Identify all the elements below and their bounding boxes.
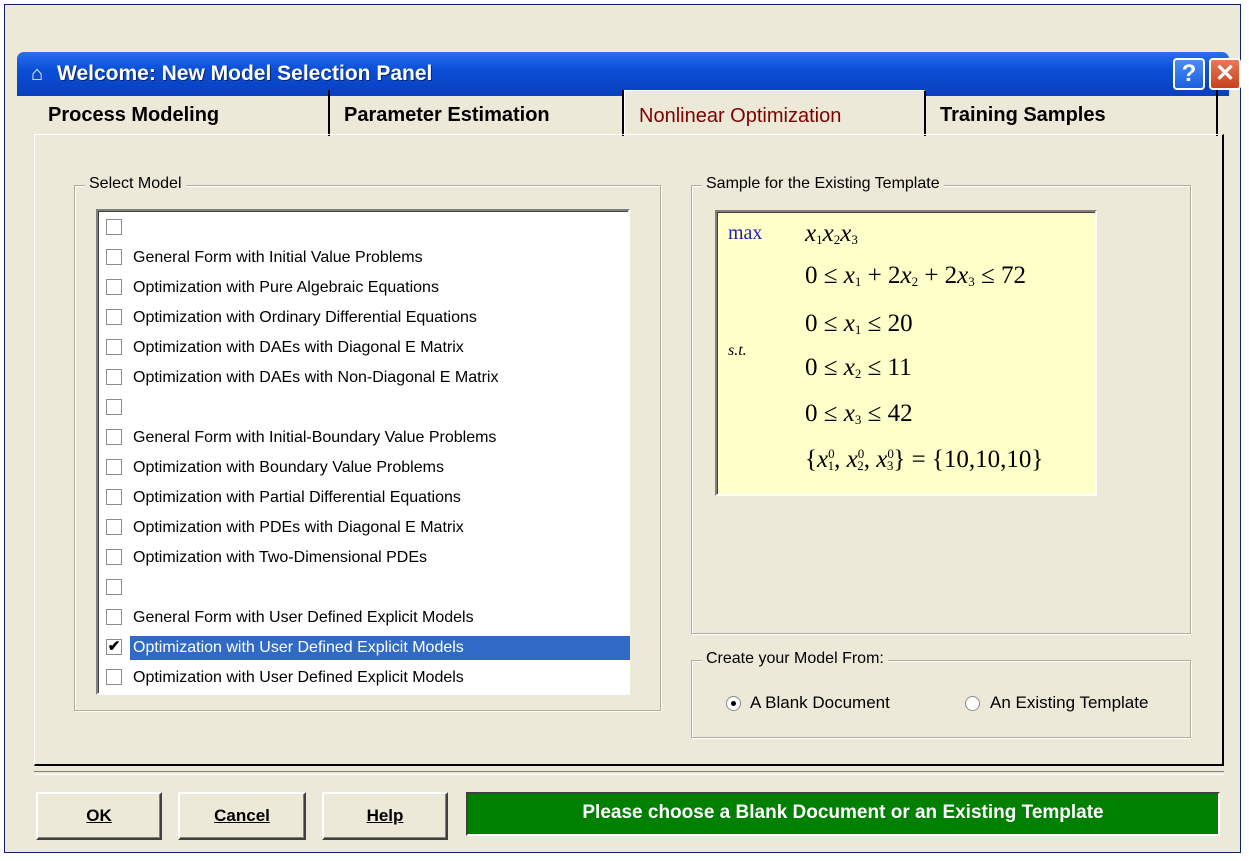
- checkbox[interactable]: [106, 489, 122, 505]
- existing-template-radio[interactable]: [965, 696, 980, 711]
- tab-strip: Process Modeling Parameter Estimation No…: [34, 90, 1224, 136]
- checkbox[interactable]: [106, 609, 122, 625]
- list-item[interactable]: General Form with User Defined Explicit …: [101, 603, 629, 633]
- list-item-label: Optimization with Pure Algebraic Equatio…: [133, 279, 439, 296]
- select-model-title: Select Model: [85, 175, 186, 193]
- constraint-2: 0 ≤ x1 ≤ 20: [805, 310, 913, 337]
- max-label: max: [728, 222, 763, 244]
- blank-document-label[interactable]: A Blank Document: [750, 693, 890, 713]
- house-icon: ⌂: [30, 63, 44, 85]
- checkbox[interactable]: [106, 369, 122, 385]
- list-item[interactable]: General Form with Initial Value Problems: [101, 243, 629, 273]
- constraint-4: 0 ≤ x3 ≤ 42: [805, 400, 913, 427]
- list-item-label: General Form with User Defined Explicit …: [133, 609, 474, 626]
- list-item-label: General Form with Initial Value Problems: [133, 249, 423, 266]
- checkbox[interactable]: [106, 459, 122, 475]
- checkbox[interactable]: [106, 429, 122, 445]
- help-button[interactable]: Help: [322, 792, 448, 840]
- list-item[interactable]: Optimization with Pure Algebraic Equatio…: [101, 273, 629, 303]
- help-icon[interactable]: ?: [1173, 58, 1205, 90]
- separator: [34, 771, 1224, 775]
- checkbox[interactable]: [106, 279, 122, 295]
- st-label: s.t.: [728, 342, 747, 359]
- constraint-1: 0 ≤ x1 + 2x2 + 2x3 ≤ 72: [805, 262, 1027, 289]
- tab-training-samples[interactable]: Training Samples: [926, 90, 1218, 136]
- list-item[interactable]: Optimization with Ordinary Differential …: [101, 303, 629, 333]
- tab-process-modeling[interactable]: Process Modeling: [34, 90, 330, 136]
- list-item-label: Optimization with DAEs with Non-Diagonal…: [133, 369, 499, 386]
- checkbox[interactable]: [106, 579, 122, 595]
- list-item-label: Optimization with Two-Dimensional PDEs: [133, 549, 428, 566]
- close-icon[interactable]: ✕: [1209, 58, 1241, 90]
- checkbox[interactable]: [106, 219, 122, 235]
- list-item[interactable]: Optimization with PDEs with Diagonal E M…: [101, 513, 629, 543]
- checkbox[interactable]: [106, 549, 122, 565]
- create-from-title: Create your Model From:: [702, 650, 888, 668]
- list-item-label: Optimization with PDEs with Diagonal E M…: [133, 519, 464, 536]
- list-item[interactable]: Optimization with Boundary Value Problem…: [101, 453, 629, 483]
- model-listbox[interactable]: General Form with Initial Value Problems…: [96, 209, 630, 695]
- list-item-label: General Form with Initial-Boundary Value…: [133, 429, 497, 446]
- existing-template-label[interactable]: An Existing Template: [990, 693, 1148, 713]
- blank-document-radio[interactable]: [726, 696, 741, 711]
- initial-values: {x01, x02, x03} = {10,10,10}: [805, 446, 1044, 473]
- constraint-3: 0 ≤ x2 ≤ 11: [805, 354, 912, 381]
- list-item-label: Optimization with Ordinary Differential …: [133, 309, 477, 326]
- list-item[interactable]: [101, 393, 629, 423]
- list-item[interactable]: Optimization with Two-Dimensional PDEs: [101, 543, 629, 573]
- list-item[interactable]: [101, 213, 629, 243]
- list-item-label: Optimization with Boundary Value Problem…: [133, 459, 444, 476]
- checkbox[interactable]: [106, 309, 122, 325]
- objective-formula: x1x2x3: [805, 220, 858, 247]
- list-item-label: Optimization with User Defined Explicit …: [133, 669, 464, 686]
- checkbox[interactable]: [106, 519, 122, 535]
- list-item[interactable]: Optimization with DAEs with Non-Diagonal…: [101, 363, 629, 393]
- list-item-selected[interactable]: ✔ Optimization with User Defined Explicit…: [101, 633, 630, 663]
- window-title: Welcome: New Model Selection Panel: [57, 62, 433, 85]
- list-item[interactable]: General Form with Initial-Boundary Value…: [101, 423, 629, 453]
- checkbox[interactable]: [106, 249, 122, 265]
- list-item-label: Optimization with User Defined Explicit …: [130, 636, 630, 660]
- cancel-button[interactable]: Cancel: [178, 792, 306, 840]
- list-item-label: Optimization with DAEs with Diagonal E M…: [133, 339, 464, 356]
- list-item[interactable]: Optimization with DAEs with Diagonal E M…: [101, 333, 629, 363]
- list-item[interactable]: Optimization with Partial Differential E…: [101, 483, 629, 513]
- list-item[interactable]: [101, 573, 629, 603]
- tab-nonlinear-optimization[interactable]: Nonlinear Optimization: [624, 90, 926, 136]
- sample-equation-display: max s.t. x1x2x3 0 ≤ x1 + 2x2 + 2x3 ≤ 72 …: [715, 210, 1097, 496]
- ok-button[interactable]: OK: [36, 792, 162, 840]
- list-item[interactable]: Optimization with User Defined Explicit …: [101, 663, 629, 693]
- status-bar: Please choose a Blank Document or an Exi…: [466, 792, 1220, 836]
- checkbox-checked[interactable]: ✔: [106, 639, 122, 655]
- tab-parameter-estimation[interactable]: Parameter Estimation: [330, 90, 624, 136]
- checkbox[interactable]: [106, 339, 122, 355]
- sample-template-title: Sample for the Existing Template: [702, 175, 944, 193]
- list-item-label: Optimization with Partial Differential E…: [133, 489, 461, 506]
- checkbox[interactable]: [106, 669, 122, 685]
- checkbox[interactable]: [106, 399, 122, 415]
